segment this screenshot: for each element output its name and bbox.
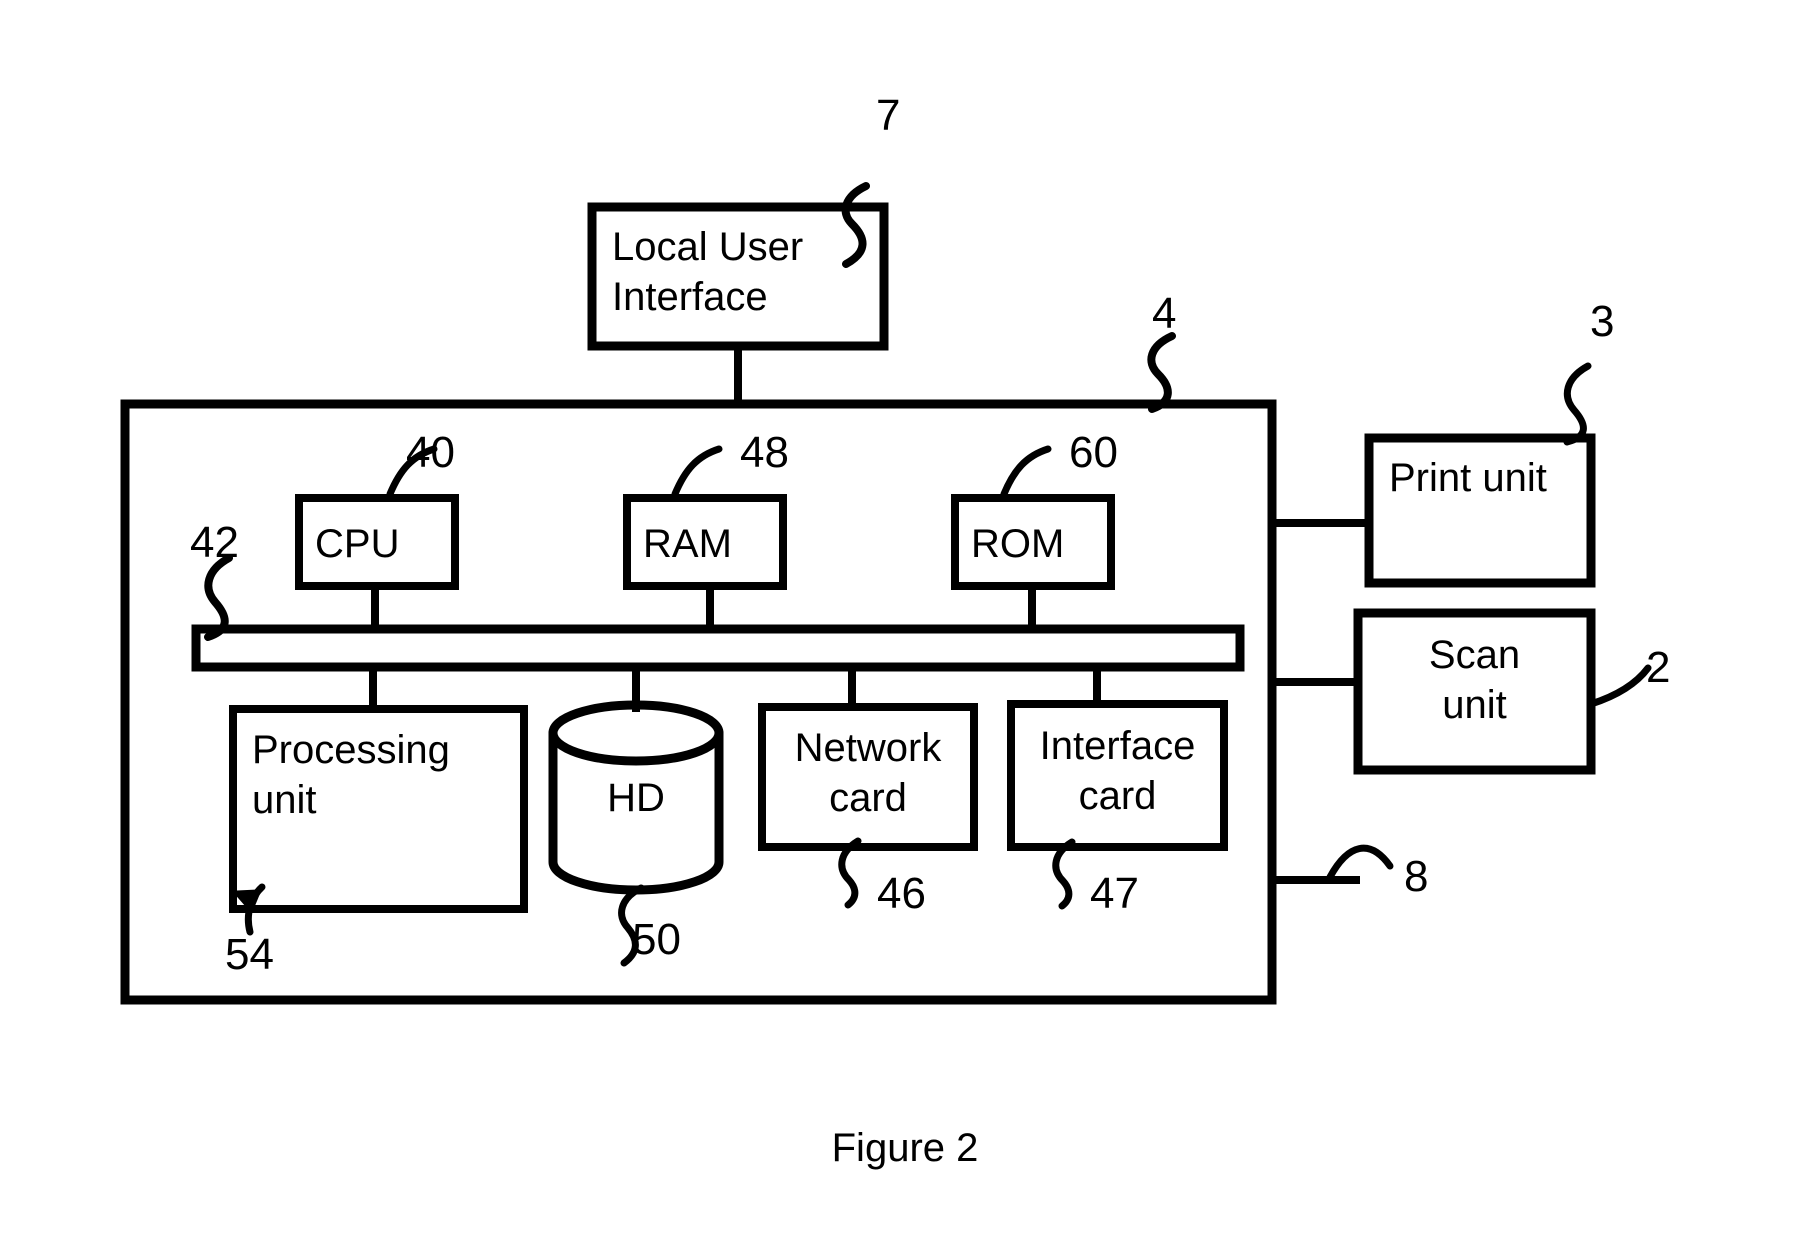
leader-47: [1052, 838, 1076, 910]
leader-50: [618, 884, 645, 967]
leader-8: [1326, 844, 1394, 881]
interface-card-box: [1007, 700, 1228, 851]
hd-cylinder-top: [548, 700, 724, 766]
network-card-box: [758, 703, 978, 851]
cpu-box: [295, 494, 459, 590]
diagram-vector-layer: [120, 182, 1652, 1005]
figure-canvas: Local User Interface CPU RAM ROM Process…: [0, 0, 1810, 1253]
leader-48: [671, 445, 723, 498]
figure-caption: Figure 2: [831, 1126, 979, 1170]
processing-unit-box: [229, 705, 528, 913]
rom-box: [951, 494, 1115, 590]
leader-7: [841, 182, 870, 268]
leader-60: [1000, 445, 1052, 498]
scan-unit-box: [1353, 608, 1596, 775]
leader-4: [1147, 332, 1176, 413]
print-unit-box: [1364, 433, 1596, 588]
leader-3: [1563, 362, 1592, 446]
local-user-interface-box: [587, 202, 889, 351]
ram-box: [623, 494, 787, 590]
leader-2: [1587, 664, 1652, 708]
system-bus-bar: [191, 624, 1245, 672]
leader-40: [386, 445, 438, 498]
